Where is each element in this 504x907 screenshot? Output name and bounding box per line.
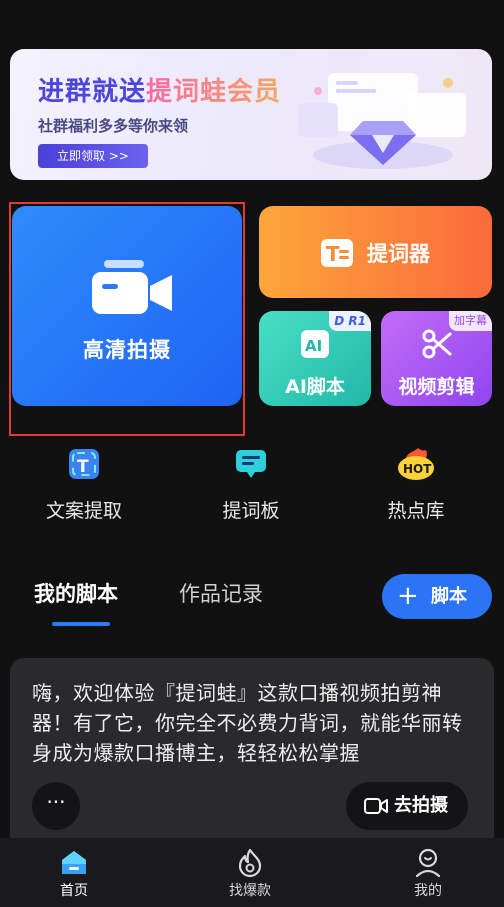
nav-find-hits[interactable]: 找爆款 [200,846,300,900]
active-tab-indicator [52,622,110,626]
banner-title: 进群就送提词蛙会员 [38,71,281,108]
tab-works-record[interactable]: 作品记录 [179,578,263,608]
svg-text:T: T [326,242,340,266]
prompt-board-label: 提词板 [222,500,280,522]
nav-find-hits-label: 找爆款 [229,883,271,899]
scissors-icon [422,329,452,359]
hot-icon: HOT [398,448,434,480]
hd-shoot-card[interactable]: 高清拍摄 [12,206,242,406]
nav-home[interactable]: 首页 [24,846,124,900]
text-extract-tool[interactable]: T 文案提取 [14,446,154,523]
ai-script-label: AI脚本 [285,376,345,398]
more-options-button[interactable]: ··· [32,782,80,830]
nav-home-label: 首页 [60,883,88,899]
add-script-button[interactable]: + 脚本 [382,574,492,619]
text-extract-label: 文案提取 [45,500,122,522]
banner-subtitle: 社群福利多多等你来领 [38,117,189,135]
banner-title-part1: 进群就送 [38,77,147,107]
teleprompter-icon: T [321,239,353,267]
nav-profile-label: 我的 [414,883,442,899]
promo-banner[interactable]: 进群就送提词蛙会员 社群福利多多等你来领 立即领取 >> [10,49,492,180]
script-card[interactable]: 嗨，欢迎体验『提词蛙』这款口播视频拍剪神器！有了它，你完全不必费力背词，就能华丽… [10,658,494,858]
svg-text:T: T [77,457,89,477]
prompt-board-icon [236,450,266,478]
banner-title-part2: 提词蛙会员 [146,77,282,107]
flame-icon [238,848,262,878]
nav-profile[interactable]: 我的 [378,846,478,900]
script-preview-text: 嗨，欢迎体验『提词蛙』这款口播视频拍剪神器！有了它，你完全不必费力背词，就能华丽… [32,681,463,765]
teleprompter-card[interactable]: T 提词器 [259,206,492,298]
r1-badge: D R1 [329,311,371,331]
tab-my-scripts[interactable]: 我的脚本 [34,578,118,608]
camera-outline-icon [364,798,388,814]
hot-library-tool[interactable]: HOT 热点库 [346,446,486,523]
video-camera-icon [92,260,172,314]
plus-icon: + [397,581,419,611]
home-icon [62,851,86,874]
prompt-board-tool[interactable]: 提词板 [181,446,321,523]
go-shoot-button[interactable]: 去拍摄 [346,782,468,830]
svg-text:AI: AI [305,337,322,355]
go-shoot-label: 去拍摄 [394,795,448,816]
text-extract-icon: T [69,449,99,479]
hot-icon-text: HOT [403,462,432,476]
bottom-navigation: 首页 找爆款 我的 [0,838,504,907]
membership-diamond-illustration [298,73,466,169]
video-edit-label: 视频剪辑 [398,376,475,398]
ai-script-card[interactable]: D R1 AI AI脚本 [259,311,371,406]
profile-icon [415,848,441,878]
add-subtitle-badge: 加字幕 [449,311,492,331]
hot-library-label: 热点库 [387,500,445,522]
video-edit-card[interactable]: 加字幕 视频剪辑 [381,311,492,406]
teleprompter-label: 提词器 [367,242,430,266]
ai-icon: AI [301,330,329,358]
hd-shoot-label: 高清拍摄 [83,338,171,362]
banner-claim-button[interactable]: 立即领取 >> [38,144,148,168]
add-script-label: 脚本 [431,586,467,607]
r1-badge-text: R1 [348,314,366,328]
